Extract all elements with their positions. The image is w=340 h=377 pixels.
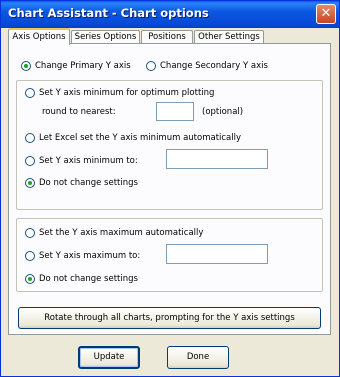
dialog-window: Chart Assistant - Chart options ✕ Axis O… xyxy=(0,0,340,377)
minimum-group: Set Y axis minimum for optimum plotting … xyxy=(16,80,323,210)
tab-label: Axis Options xyxy=(12,32,66,42)
min-optimum-radio[interactable] xyxy=(25,88,35,98)
secondary-axis-label: Change Secondary Y axis xyxy=(160,61,268,71)
tab-positions[interactable]: Positions xyxy=(141,30,193,44)
max-set-label: Set Y axis maximum to: xyxy=(39,251,141,261)
min-value-input[interactable] xyxy=(166,149,268,169)
min-no-change-label: Do not change settings xyxy=(39,178,138,188)
max-value-input[interactable] xyxy=(166,244,268,264)
min-auto-radio[interactable] xyxy=(25,133,35,143)
min-auto-label: Let Excel set the Y axis minimum automat… xyxy=(39,133,242,143)
rotate-charts-button[interactable]: Rotate through all charts, prompting for… xyxy=(18,307,321,329)
tab-label: Other Settings xyxy=(198,32,260,42)
close-icon: ✕ xyxy=(320,6,332,21)
update-button[interactable]: Update xyxy=(78,346,140,369)
title-bar[interactable]: Chart Assistant - Chart options ✕ xyxy=(1,1,339,28)
max-auto-radio[interactable] xyxy=(25,228,35,238)
tab-series-options[interactable]: Series Options xyxy=(71,30,140,44)
min-set-label: Set Y axis minimum to: xyxy=(39,156,138,166)
done-button[interactable]: Done xyxy=(167,346,229,369)
axis-options-panel: Change Primary Y axis Change Secondary Y… xyxy=(8,43,331,335)
min-optimum-label: Set Y axis minimum for optimum plotting xyxy=(39,88,215,98)
round-to-label: round to nearest: xyxy=(42,107,116,117)
optional-hint: (optional) xyxy=(202,107,244,117)
tab-axis-options[interactable]: Axis Options xyxy=(8,28,70,45)
close-button[interactable]: ✕ xyxy=(316,4,336,24)
window-title: Chart Assistant - Chart options xyxy=(8,6,209,20)
min-no-change-radio[interactable] xyxy=(25,178,35,188)
max-no-change-label: Do not change settings xyxy=(39,274,138,284)
max-set-radio[interactable] xyxy=(25,251,35,261)
tab-label: Positions xyxy=(148,32,186,42)
min-set-radio[interactable] xyxy=(25,156,35,166)
tab-other-settings[interactable]: Other Settings xyxy=(194,30,264,44)
maximum-group: Set the Y axis maximum automatically Set… xyxy=(16,218,323,292)
max-no-change-radio[interactable] xyxy=(25,274,35,284)
round-to-input[interactable] xyxy=(156,102,194,121)
secondary-axis-radio[interactable] xyxy=(146,61,156,71)
primary-axis-radio[interactable] xyxy=(21,61,31,71)
max-auto-label: Set the Y axis maximum automatically xyxy=(39,228,204,238)
tab-label: Series Options xyxy=(74,32,137,42)
primary-axis-label: Change Primary Y axis xyxy=(35,61,131,71)
